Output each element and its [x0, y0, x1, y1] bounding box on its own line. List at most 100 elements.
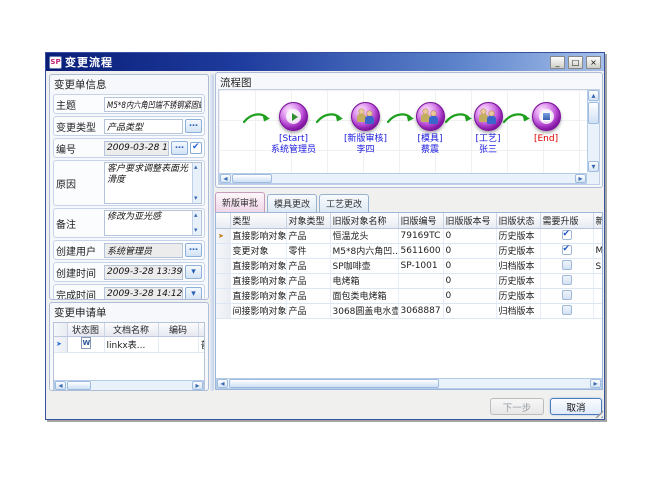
old-object-name-cell: 面包类电烤箱	[330, 288, 398, 303]
flow-node[interactable]: [模具] 蔡震	[387, 102, 445, 156]
scrollbar-thumb[interactable]	[229, 379, 439, 388]
scroll-right-button[interactable]	[575, 174, 586, 183]
tab[interactable]: 工艺更改	[319, 194, 369, 212]
table-row[interactable]: 变更对象 零件 M5*8内六角凹... 5611600 0 历史版本 M5*8	[216, 243, 603, 258]
change-process-dialog: SP 变更流程 _ □ × 变更单信息 主题 M5*8内六角凹端不锈钢紧固螺钉 …	[45, 52, 605, 420]
flow-horizontal-scrollbar[interactable]	[219, 173, 587, 184]
grid-column-header[interactable]: 需要升版	[540, 213, 593, 228]
people-icon	[420, 109, 440, 125]
number-checkbox[interactable]	[190, 142, 202, 154]
create-time-dropdown-button[interactable]	[185, 265, 202, 279]
flow-vertical-scrollbar[interactable]	[587, 90, 599, 172]
row-indicator-cell	[216, 228, 230, 243]
flow-node[interactable]: [新版审核] 李四	[316, 102, 387, 156]
table-row[interactable]: 直接影响对象 产品 恒温龙头 79169TC 0 历史版本	[216, 228, 603, 243]
flow-node-icon[interactable]	[474, 102, 503, 131]
vertical-splitter[interactable]	[210, 74, 214, 391]
maximize-button[interactable]: □	[568, 56, 583, 69]
upgrade-checkbox[interactable]	[562, 230, 572, 240]
grid-column-header[interactable]: 新版	[593, 213, 603, 228]
grid-column-header[interactable]: 对象类型	[286, 213, 330, 228]
request-column-header[interactable]: 文档名称	[104, 323, 158, 337]
scroll-left-button[interactable]	[55, 381, 66, 390]
number-picker-button[interactable]	[171, 141, 188, 155]
title-bar[interactable]: SP 变更流程 _ □ ×	[46, 53, 604, 71]
doc-name-cell: linkx表...	[104, 337, 158, 353]
reason-textarea[interactable]: 客户要求调整表面光滑度	[104, 162, 202, 204]
flow-node-label: [Start]	[279, 134, 308, 145]
create-user-picker-button[interactable]	[185, 243, 202, 257]
scrollbar-thumb[interactable]	[232, 174, 272, 183]
flow-node-person: 系统管理员	[271, 145, 316, 156]
scroll-down-button[interactable]	[588, 161, 599, 172]
flow-node-icon[interactable]	[279, 102, 308, 131]
old-version-cell: 0	[443, 243, 496, 258]
remark-scrollbar[interactable]	[192, 211, 201, 235]
flow-node[interactable]: [Start] 系统管理员	[243, 102, 316, 156]
dialog-client-area: 变更单信息 主题 M5*8内六角凹端不锈钢紧固螺钉 变更类型 产品类型 编号 2…	[46, 71, 604, 419]
grid-column-header[interactable]: 旧版对象名称	[330, 213, 398, 228]
finish-time-dropdown-button[interactable]	[185, 287, 202, 300]
flow-canvas[interactable]: [Start] 系统管理员	[218, 89, 600, 185]
scrollbar-thumb[interactable]	[588, 102, 599, 124]
number-input[interactable]: 2009-03-28 13:39:01	[104, 141, 169, 156]
scrollbar-thumb[interactable]	[67, 381, 91, 390]
upgrade-checkbox[interactable]	[562, 275, 572, 285]
grid-column-header[interactable]: 旧版状态	[496, 213, 540, 228]
extra-cell: 普通	[198, 337, 205, 353]
panel-title: 变更单信息	[53, 76, 205, 94]
subject-input[interactable]: M5*8内六角凹端不锈钢紧固螺钉	[104, 97, 202, 112]
reason-scrollbar[interactable]	[192, 163, 201, 203]
upgrade-checkbox[interactable]	[562, 290, 572, 300]
create-user-input[interactable]: 系统管理员	[104, 243, 183, 258]
scroll-right-button[interactable]	[192, 381, 203, 390]
close-button[interactable]: ×	[586, 56, 601, 69]
scroll-left-button[interactable]	[220, 174, 231, 183]
flow-arrow-icon	[316, 109, 344, 127]
flow-node-icon[interactable]	[351, 102, 380, 131]
table-row[interactable]: 间接影响对象 产品 3068圆盖电水壶 3068887 0 归档版本	[216, 303, 603, 318]
old-state-cell: 归档版本	[496, 303, 540, 318]
scroll-right-button[interactable]	[590, 379, 601, 388]
field-finish-time: 完成时间 2009-3-28 14:12:50	[53, 284, 205, 300]
remark-textarea[interactable]: 修改为亚光感	[104, 210, 202, 236]
grid-horizontal-scrollbar[interactable]	[216, 378, 602, 389]
flow-node-icon[interactable]	[416, 102, 445, 131]
row-indicator-header	[216, 213, 230, 228]
finish-time-input[interactable]: 2009-3-28 14:12:50	[104, 287, 183, 301]
scroll-up-button[interactable]	[588, 90, 599, 101]
change-type-input[interactable]: 产品类型	[104, 119, 183, 134]
old-object-name-cell: 电烤箱	[330, 273, 398, 288]
flow-node[interactable]: [End]	[503, 102, 561, 145]
upgrade-checkbox[interactable]	[562, 245, 572, 255]
flow-node-icon[interactable]	[532, 102, 561, 131]
scroll-left-button[interactable]	[217, 379, 228, 388]
table-row[interactable]: 直接影响对象 产品 电烤箱 0 历史版本	[216, 273, 603, 288]
table-row[interactable]: 直接影响对象 产品 SP咖啡壶 SP-1001 0 归档版本 SP咖	[216, 258, 603, 273]
request-column-header[interactable]: 编码	[158, 323, 198, 337]
old-state-cell: 历史版本	[496, 228, 540, 243]
tab-strip: 新版审批模具更改工艺更改	[215, 192, 369, 212]
row-indicator-cell	[216, 303, 230, 318]
create-time-input[interactable]: 2009-3-28 13:39:01	[104, 265, 183, 280]
upgrade-checkbox[interactable]	[562, 305, 572, 315]
reason-value: 客户要求调整表面光滑度	[107, 164, 190, 187]
upgrade-checkbox[interactable]	[562, 260, 572, 270]
minimize-button[interactable]: _	[550, 56, 565, 69]
request-row[interactable]: linkx表... 普通	[54, 337, 205, 353]
grid-column-header[interactable]: 类型	[230, 213, 286, 228]
tab[interactable]: 新版审批	[215, 192, 265, 212]
request-column-header[interactable]	[198, 323, 205, 337]
table-row[interactable]: 直接影响对象 产品 面包类电烤箱 0 历史版本	[216, 288, 603, 303]
request-horizontal-scrollbar[interactable]	[54, 380, 204, 391]
flow-node[interactable]: [工艺] 张三	[445, 102, 503, 156]
request-column-header[interactable]: 状态图	[67, 323, 104, 337]
grid-column-header[interactable]: 旧版编号	[398, 213, 443, 228]
change-type-picker-button[interactable]	[185, 119, 202, 133]
next-button[interactable]: 下一步	[490, 398, 544, 415]
object-type-cell: 产品	[286, 303, 330, 318]
cancel-button[interactable]: 取消	[550, 398, 602, 415]
tab[interactable]: 模具更改	[267, 194, 317, 212]
grid-column-header[interactable]: 旧版版本号	[443, 213, 496, 228]
flow-arrow-icon	[387, 109, 415, 127]
